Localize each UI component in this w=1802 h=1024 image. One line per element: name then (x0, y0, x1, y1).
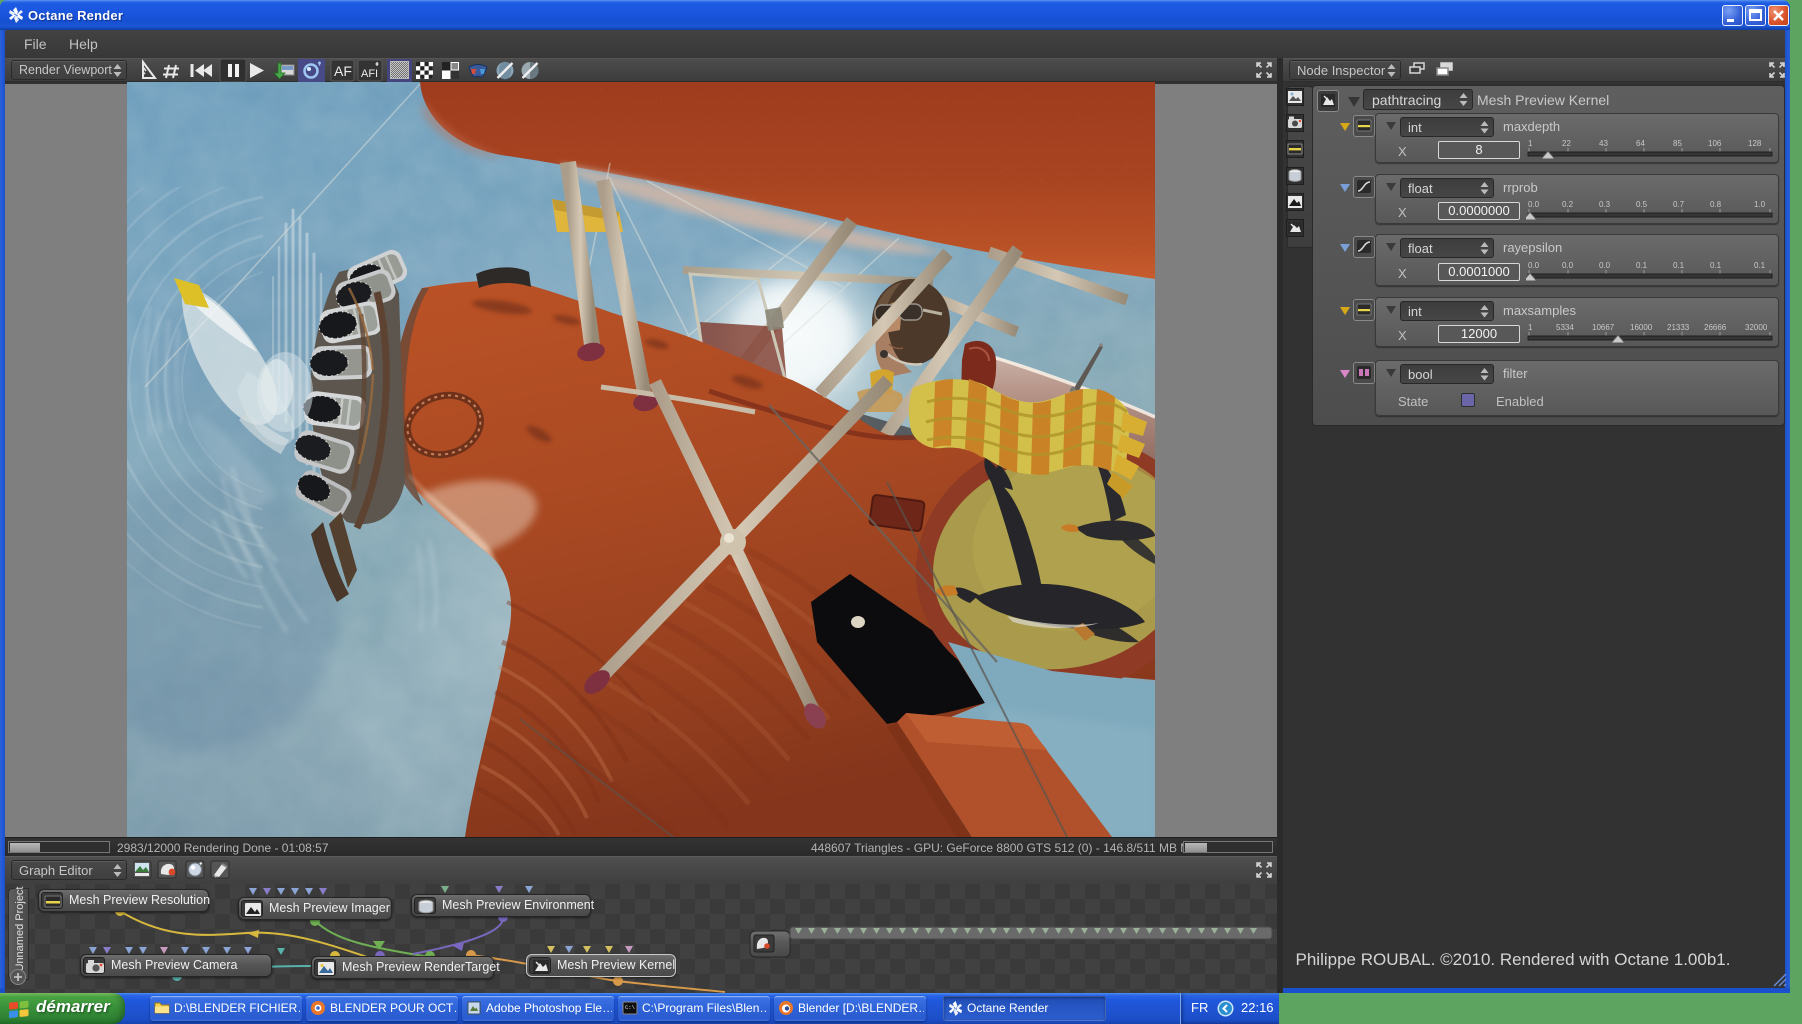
svg-text:64: 64 (1636, 139, 1645, 148)
svg-text:128: 128 (1748, 139, 1762, 148)
svg-text:AFI: AFI (361, 68, 378, 80)
svg-text:0.0: 0.0 (1562, 261, 1574, 270)
svg-text:AF: AF (334, 63, 352, 79)
svg-text:1.0: 1.0 (1754, 200, 1766, 209)
svg-text:0.7: 0.7 (1673, 200, 1685, 209)
svg-text:0.0: 0.0 (1528, 261, 1540, 270)
svg-text:0.3: 0.3 (1599, 200, 1611, 209)
svg-text:0.0: 0.0 (1599, 261, 1611, 270)
svg-text:0.1: 0.1 (1636, 261, 1648, 270)
svg-text:C:\: C:\ (625, 1004, 635, 1011)
svg-text:0.5: 0.5 (1636, 200, 1648, 209)
svg-text:0.1: 0.1 (1710, 261, 1722, 270)
svg-text:32000: 32000 (1745, 323, 1768, 332)
svg-text:1: 1 (1528, 323, 1533, 332)
svg-text:0.2: 0.2 (1562, 200, 1574, 209)
svg-text:0.8: 0.8 (1710, 200, 1722, 209)
svg-text:0.0: 0.0 (1528, 200, 1540, 209)
svg-text:43: 43 (1599, 139, 1608, 148)
svg-text:10667: 10667 (1592, 323, 1615, 332)
svg-text:26666: 26666 (1704, 323, 1727, 332)
svg-text:1: 1 (1528, 139, 1533, 148)
svg-text:5334: 5334 (1556, 323, 1574, 332)
svg-text:85: 85 (1673, 139, 1682, 148)
svg-text:0.1: 0.1 (1673, 261, 1685, 270)
svg-text:22: 22 (1562, 139, 1571, 148)
svg-text:16000: 16000 (1630, 323, 1653, 332)
svg-text:0.1: 0.1 (1754, 261, 1766, 270)
svg-text:106: 106 (1708, 139, 1722, 148)
svg-text:21333: 21333 (1667, 323, 1690, 332)
